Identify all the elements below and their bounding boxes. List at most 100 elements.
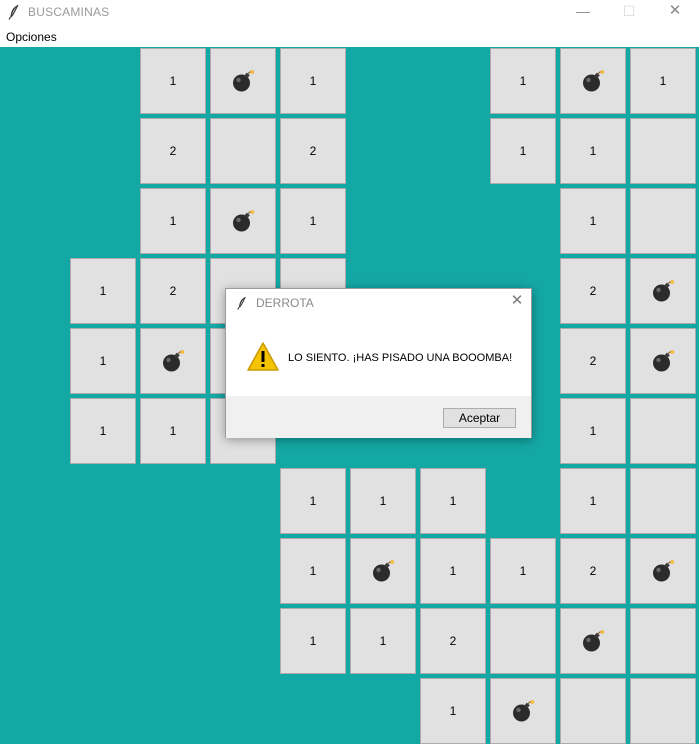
cell-number: 1 [589,494,597,508]
cell-number: 2 [449,634,457,648]
cell-number: 1 [309,564,317,578]
board-cell[interactable] [630,468,696,534]
board-cell[interactable]: 1 [490,118,556,184]
board-cell[interactable]: 1 [420,538,486,604]
board-cell[interactable]: 1 [70,398,136,464]
bomb-icon [653,560,675,582]
cell-number: 1 [169,74,177,88]
board-cell[interactable]: 1 [350,468,416,534]
board-cell[interactable] [210,188,276,254]
board-cell[interactable]: 1 [280,188,346,254]
board-cell[interactable] [630,118,696,184]
board-cell[interactable]: 1 [70,328,136,394]
board-cell[interactable] [560,678,626,744]
cell-number: 1 [449,564,457,578]
board-cell[interactable]: 1 [350,608,416,674]
cell-number: 1 [589,214,597,228]
board-cell[interactable]: 1 [560,118,626,184]
board-cell[interactable]: 2 [140,258,206,324]
board-cell[interactable]: 2 [560,258,626,324]
dialog-title: DERROTA [256,296,314,310]
minimize-button[interactable]: — [560,0,606,24]
board-cell[interactable] [490,608,556,674]
board-cell[interactable]: 1 [560,468,626,534]
bomb-icon [233,70,255,92]
board-cell[interactable] [210,48,276,114]
board-cell[interactable]: 1 [420,468,486,534]
board-cell[interactable] [630,398,696,464]
cell-number: 1 [99,424,107,438]
board-cell[interactable]: 1 [70,258,136,324]
cell-number: 2 [169,144,177,158]
board-cell[interactable]: 1 [280,468,346,534]
board-cell[interactable] [630,258,696,324]
cell-number: 1 [309,494,317,508]
bomb-icon [163,350,185,372]
bomb-icon [653,280,675,302]
cell-number: 2 [589,564,597,578]
board-cell[interactable]: 1 [140,188,206,254]
cell-number: 1 [519,564,527,578]
cell-number: 1 [519,74,527,88]
board-cell[interactable]: 2 [280,118,346,184]
bomb-icon [513,700,535,722]
board-cell[interactable]: 1 [560,188,626,254]
board-cell[interactable]: 2 [420,608,486,674]
maximize-button[interactable]: ☐ [606,0,652,24]
board-cell[interactable] [630,538,696,604]
cell-number: 1 [519,144,527,158]
board-cell[interactable] [210,118,276,184]
board-cell[interactable] [630,608,696,674]
cell-number: 1 [309,634,317,648]
cell-number: 2 [309,144,317,158]
bomb-icon [653,350,675,372]
board-cell[interactable]: 1 [280,538,346,604]
accept-button[interactable]: Aceptar [443,408,516,428]
cell-number: 2 [589,354,597,368]
feather-icon [237,296,246,310]
cell-number: 1 [589,424,597,438]
board-cell[interactable] [560,608,626,674]
defeat-dialog: DERROTA ✕ LO SIENTO. ¡HAS PISADO UNA BOO… [225,288,532,438]
cell-number: 1 [309,74,317,88]
board-cell[interactable]: 1 [280,608,346,674]
board-cell[interactable]: 1 [140,398,206,464]
cell-number: 1 [169,214,177,228]
board-cell[interactable]: 2 [560,328,626,394]
window-title: BUSCAMINAS [28,5,110,19]
board-cell[interactable] [560,48,626,114]
board-cell[interactable] [350,538,416,604]
cell-number: 1 [379,634,387,648]
dialog-close-icon[interactable]: ✕ [509,293,525,310]
menu-item-opciones[interactable]: Opciones [6,30,57,44]
board-cell[interactable]: 1 [630,48,696,114]
dialog-message: LO SIENTO. ¡HAS PISADO UNA BOOOMBA! [288,352,513,364]
bomb-icon [583,70,605,92]
cell-number: 2 [169,284,177,298]
board-cell[interactable] [140,328,206,394]
close-button[interactable]: ✕ [652,0,698,24]
board-cell[interactable] [630,328,696,394]
bomb-icon [373,560,395,582]
board-cell[interactable]: 1 [140,48,206,114]
board-cell[interactable]: 2 [140,118,206,184]
bomb-icon [583,630,605,652]
board-cell[interactable]: 1 [490,538,556,604]
board-cell[interactable]: 1 [560,398,626,464]
feather-icon [8,4,19,20]
board-cell[interactable]: 1 [280,48,346,114]
dialog-footer: Aceptar [226,396,531,438]
board-cell[interactable] [490,678,556,744]
board-cell[interactable] [630,188,696,254]
warning-icon [247,342,279,371]
board-cell[interactable] [630,678,696,744]
cell-number: 1 [449,704,457,718]
cell-number: 1 [99,284,107,298]
board-cell[interactable]: 2 [560,538,626,604]
board-cell[interactable]: 1 [420,678,486,744]
cell-number: 1 [659,74,667,88]
board-cell[interactable]: 1 [490,48,556,114]
cell-number: 1 [589,144,597,158]
title-bar: BUSCAMINAS — ☐ ✕ [0,0,699,24]
cell-number: 1 [99,354,107,368]
